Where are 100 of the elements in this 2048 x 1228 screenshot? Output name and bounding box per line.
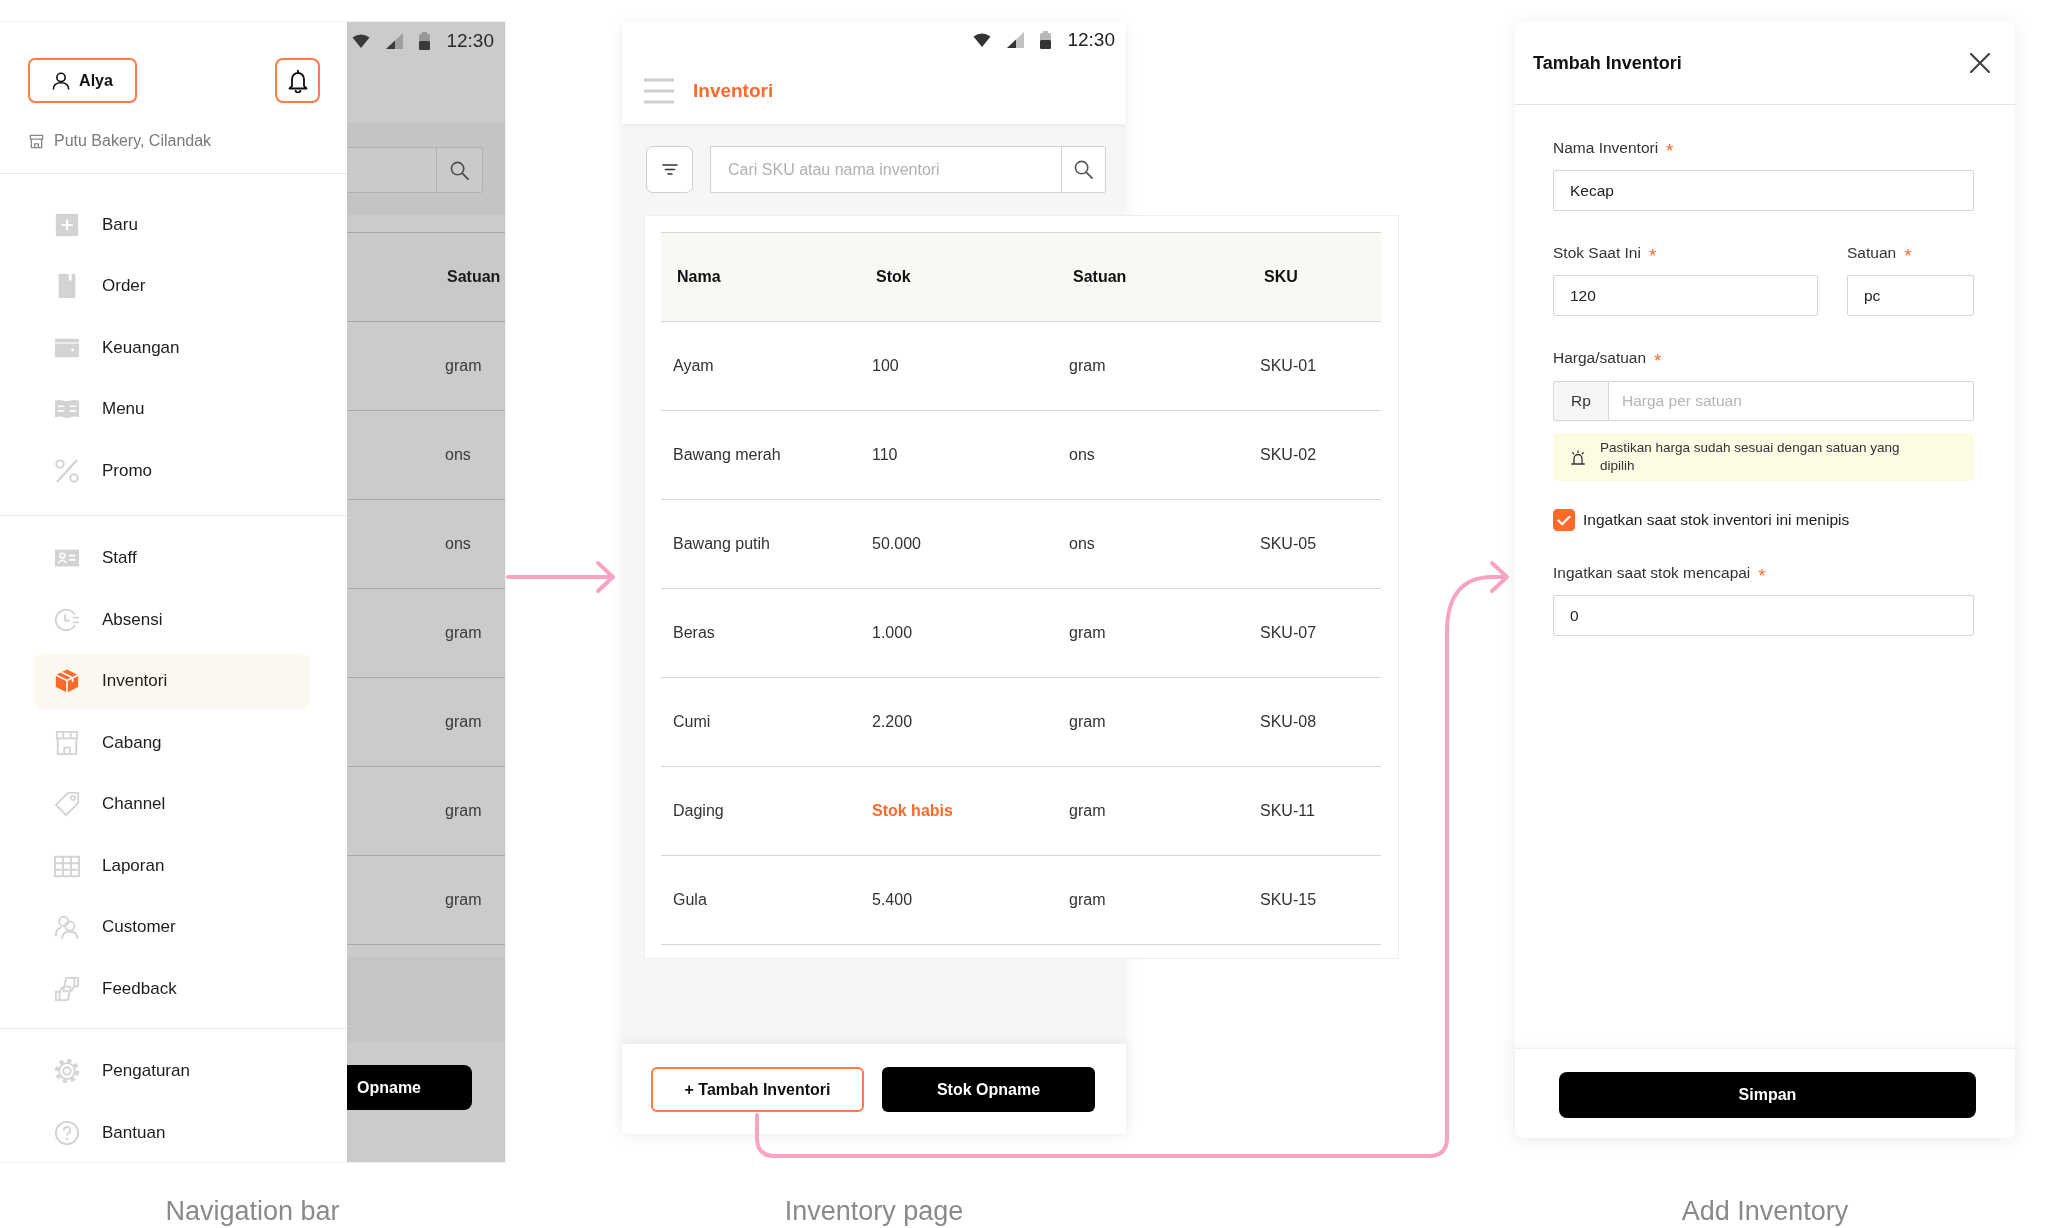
- table-cell-text: 110: [871, 446, 899, 464]
- table-cell-text: ons: [1068, 446, 1096, 464]
- required-asterisk: *: [1648, 243, 1657, 266]
- table-cell: gram: [445, 624, 482, 642]
- menu-item[interactable]: Promo: [34, 443, 310, 499]
- menu-item[interactable]: Customer: [34, 899, 310, 955]
- table-cell-text: gram: [1068, 713, 1107, 731]
- table-cell-text: SKU-11: [1259, 802, 1316, 820]
- menu-item[interactable]: Menu: [34, 381, 310, 437]
- field-label: Ingatkan saat stok mencapai: [1553, 564, 1751, 582]
- filter-button[interactable]: [646, 146, 693, 193]
- required-asterisk: *: [1904, 243, 1912, 266]
- save-button[interactable]: Simpan: [1559, 1072, 1976, 1118]
- table-cell-text: 1.000: [871, 624, 914, 642]
- table-cell-text: 50.000: [871, 535, 922, 553]
- table-cell-text: ons: [1068, 535, 1096, 553]
- panel-title: Tambah Inventori: [1533, 52, 1682, 74]
- text-field[interactable]: 120: [1553, 275, 1818, 316]
- checkbox[interactable]: [1553, 509, 1575, 531]
- screen-caption: Inventory page: [784, 1195, 964, 1228]
- table-cell-text: Daging: [672, 802, 725, 820]
- percent-icon: [54, 457, 80, 484]
- required-asterisk: *: [1666, 138, 1674, 161]
- box-icon: [54, 668, 80, 695]
- required-asterisk: *: [1758, 563, 1766, 586]
- bell-icon: [287, 68, 308, 93]
- menu-item[interactable]: Order: [34, 258, 310, 314]
- column-header: Nama: [676, 268, 722, 286]
- table-cell-text: SKU-01: [1259, 357, 1318, 375]
- table-cell-text: Bawang putih: [672, 535, 771, 553]
- table-cell-text: SKU-07: [1259, 624, 1318, 642]
- search-icon: [1074, 160, 1093, 179]
- table-cell-text: gram: [1068, 891, 1107, 909]
- menu-item[interactable]: Cabang: [34, 715, 310, 771]
- menu-item[interactable]: Baru: [34, 197, 310, 253]
- filter-icon: [661, 164, 678, 175]
- menu-item[interactable]: Channel: [34, 776, 310, 832]
- column-header: SKU: [1263, 268, 1299, 286]
- menu-item[interactable]: Staff: [34, 530, 310, 586]
- user-icon: [52, 71, 71, 90]
- wifi-icon: [973, 33, 992, 47]
- menu-item[interactable]: Pengaturan: [34, 1043, 310, 1099]
- table-cell-text: SKU-05: [1259, 535, 1318, 553]
- battery-icon: [1040, 31, 1052, 49]
- field-label: Nama Inventori: [1553, 139, 1659, 157]
- field-label: Satuan: [1847, 244, 1897, 262]
- table-cell-text: Ayam: [672, 357, 715, 375]
- table-cell-text: gram: [1068, 624, 1107, 642]
- search-icon: [450, 160, 469, 180]
- alert-text: Pastikan harga sudah sesuai dengan satuan yang dipilih: [1600, 439, 1901, 475]
- help-icon: [54, 1119, 80, 1146]
- page-title: Inventori: [693, 80, 774, 102]
- menu-item[interactable]: Absensi: [34, 592, 310, 648]
- table-cell-text: gram: [1068, 357, 1107, 375]
- profile-button[interactable]: Alya: [28, 58, 137, 103]
- plus-icon: [54, 211, 80, 238]
- check-icon: [1557, 514, 1571, 526]
- stock-opname-button[interactable]: Stok Opname: [882, 1067, 1095, 1112]
- add-inventory-button[interactable]: + Tambah Inventori: [651, 1067, 864, 1112]
- text-field[interactable]: pc: [1847, 275, 1974, 316]
- search-field[interactable]: Cari SKU atau nama inventori: [710, 146, 1061, 193]
- table-cell-text: SKU-08: [1259, 713, 1318, 731]
- table-cell: gram: [445, 802, 482, 820]
- menu-item[interactable]: Laporan: [34, 838, 310, 894]
- table-cell-text: Beras: [672, 624, 716, 642]
- column-header: Satuan: [447, 268, 501, 286]
- table-cell: ons: [445, 446, 471, 464]
- thumbs-icon: [54, 975, 80, 1002]
- search-button[interactable]: [437, 147, 483, 193]
- screen-caption: Add Inventory: [1681, 1195, 1849, 1228]
- signal-icon: [386, 33, 404, 49]
- notification-button[interactable]: [275, 58, 320, 103]
- checkbox-label: Ingatkan saat stok inventori ini menipis: [1583, 511, 1850, 529]
- price-field[interactable]: Harga per satuan: [1609, 381, 1974, 421]
- table-cell-text: SKU-02: [1259, 446, 1318, 464]
- table-cell-text: gram: [1068, 802, 1107, 820]
- gear-icon: [54, 1058, 80, 1085]
- required-asterisk: *: [1654, 348, 1662, 371]
- alarm-icon: [1571, 449, 1585, 465]
- status-time: 12:30: [1067, 29, 1115, 51]
- column-header: Stok: [875, 268, 912, 286]
- menu-item[interactable]: Feedback: [34, 961, 310, 1017]
- menu-item[interactable]: Keuangan: [34, 320, 310, 376]
- menu-item[interactable]: Inventori: [34, 653, 310, 709]
- text-field[interactable]: Kecap: [1553, 170, 1974, 211]
- signal-icon: [1007, 32, 1025, 48]
- opname-button[interactable]: Opname: [347, 1065, 472, 1110]
- close-icon[interactable]: [1970, 53, 1990, 73]
- clock-icon: [54, 606, 80, 633]
- store-icon: [29, 133, 44, 149]
- table-cell: gram: [445, 713, 482, 731]
- field-label: Stok Saat Ini: [1553, 244, 1641, 262]
- menu-item[interactable]: Bantuan: [34, 1105, 310, 1161]
- table-cell-text: Gula: [672, 891, 708, 909]
- search-field[interactable]: [347, 147, 437, 193]
- search-button[interactable]: [1061, 146, 1106, 193]
- status-time: 12:30: [446, 30, 494, 52]
- table-cell-text: Cumi: [672, 713, 712, 731]
- storefront-icon: [54, 729, 80, 756]
- text-field[interactable]: 0: [1553, 595, 1974, 636]
